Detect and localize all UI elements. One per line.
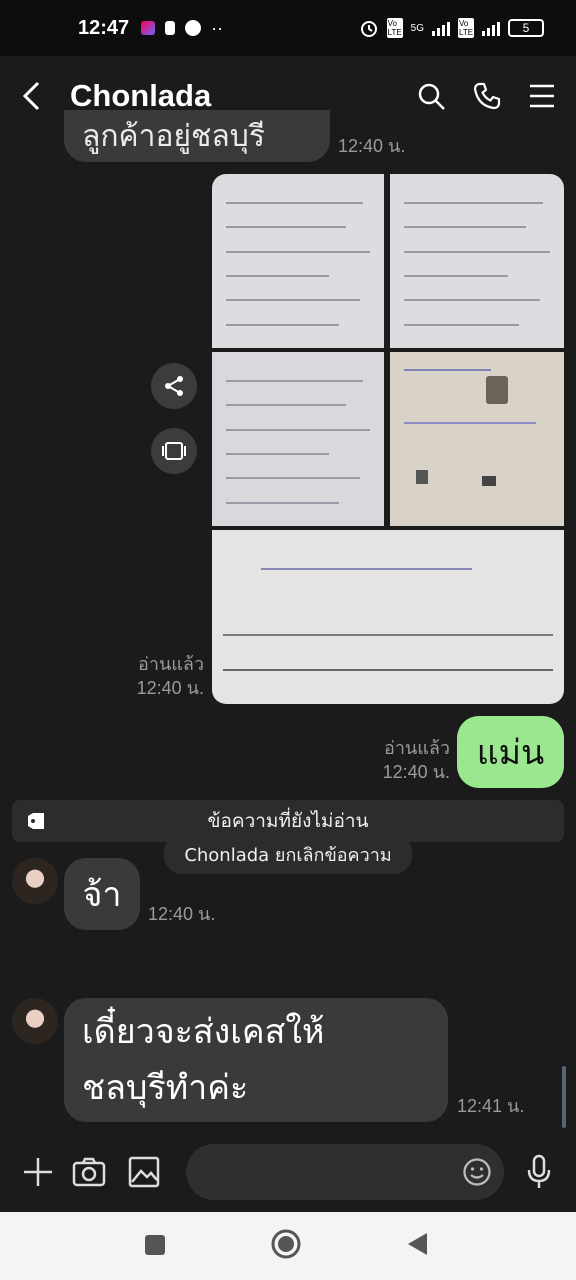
input-bar [0, 1134, 576, 1212]
signal-bars-1-icon [432, 20, 450, 36]
album-view-icon [162, 442, 186, 460]
tag-icon [28, 813, 44, 829]
chat-title[interactable]: Chonlada [70, 78, 211, 114]
emoji-button[interactable] [462, 1157, 492, 1187]
status-time: 12:47 [78, 16, 130, 39]
add-button[interactable] [22, 1156, 54, 1188]
alarm-icon [360, 21, 377, 37]
message-text-line1: เดี๋ยวจะส่งเคสให้ [82, 1012, 325, 1052]
share-icon [165, 376, 183, 396]
home-button[interactable] [271, 1229, 301, 1263]
message-bubble-outgoing[interactable]: แม่น [457, 716, 564, 788]
menu-icon[interactable] [528, 83, 556, 109]
message-text: ลูกค้าอยู่ชลบุรี [82, 119, 265, 154]
photo-5[interactable] [212, 530, 564, 704]
status-right: Vo LTE 5G Vo LTE 5 [359, 18, 544, 38]
microphone-icon [527, 1154, 551, 1188]
message-time: 12:41 น. [457, 1096, 525, 1116]
share-button[interactable] [151, 363, 197, 409]
battery-saver-icon [165, 21, 176, 35]
call-icon[interactable] [472, 81, 502, 111]
system-note: Chonlada ยกเลิกข้อความ [164, 834, 412, 874]
camera-icon [72, 1157, 106, 1187]
photo-1[interactable] [212, 174, 384, 348]
expand-album-button[interactable] [151, 428, 197, 474]
photo-collage[interactable] [212, 174, 564, 704]
message-text: แม่น [476, 733, 545, 773]
volte-badge-2: Vo LTE [458, 18, 474, 38]
message-bubble-incoming[interactable]: จ้า [64, 858, 140, 930]
message-time: 12:40 น. [338, 136, 406, 156]
unread-label: ข้อความที่ยังไม่อ่าน [207, 810, 369, 832]
gallery-button[interactable] [128, 1156, 160, 1188]
photo-3[interactable] [212, 352, 384, 526]
battery-indicator: 5 [508, 19, 544, 37]
image-icon [128, 1156, 160, 1188]
status-bar: 12:47 ·· Vo LTE 5G Vo LTE 5 [0, 0, 576, 56]
scrollbar[interactable] [562, 1066, 566, 1128]
plus-icon [24, 1158, 52, 1186]
camera-button[interactable] [72, 1156, 106, 1188]
out-read-status: อ่านแล้ว 12:40 น. [364, 736, 450, 784]
photo-2[interactable] [390, 174, 564, 348]
message-text: จ้า [82, 875, 122, 915]
message-bubble-partial[interactable]: ลูกค้าอยู่ชลบุรี [64, 110, 330, 162]
notification-icons: ·· [141, 18, 223, 39]
volte-badge-1: Vo LTE [386, 18, 403, 38]
photo-4[interactable] [390, 352, 564, 526]
signal-bars-2-icon [482, 20, 500, 36]
network-5g: 5G [410, 22, 424, 34]
message-text-line2: ชลบุรีทำค่ะ [82, 1068, 249, 1108]
triangle-back-icon [408, 1233, 427, 1255]
home-circle-icon [271, 1229, 301, 1259]
avatar[interactable] [12, 998, 58, 1044]
photos-read-status: อ่านแล้ว 12:40 น. [120, 652, 204, 700]
voice-button[interactable] [526, 1154, 552, 1190]
app-notification-icon [141, 21, 156, 35]
back-arrow-icon [22, 81, 40, 111]
system-nav-bar [0, 1212, 576, 1280]
message-bubble-incoming[interactable]: เดี๋ยวจะส่งเคสให้ ชลบุรีทำค่ะ [64, 998, 448, 1122]
chat-area[interactable]: ลูกค้าอยู่ชลบุรี 12:40 น. อ่านแล้ว 12:40… [0, 110, 576, 1134]
message-time: 12:40 น. [148, 904, 216, 924]
search-icon[interactable] [416, 81, 446, 111]
read-label: อ่านแล้ว [384, 738, 450, 758]
read-label: อ่านแล้ว [138, 654, 204, 674]
emoji-icon [463, 1158, 491, 1186]
recents-button[interactable] [144, 1234, 166, 1260]
square-icon [145, 1235, 165, 1255]
message-input[interactable] [186, 1144, 504, 1200]
more-notifications-icon: ·· [211, 17, 224, 38]
back-nav-button[interactable] [406, 1232, 428, 1260]
message-time: 12:40 น. [136, 678, 204, 698]
line-app-icon [185, 20, 202, 36]
avatar[interactable] [12, 858, 58, 904]
message-time: 12:40 น. [382, 762, 450, 782]
